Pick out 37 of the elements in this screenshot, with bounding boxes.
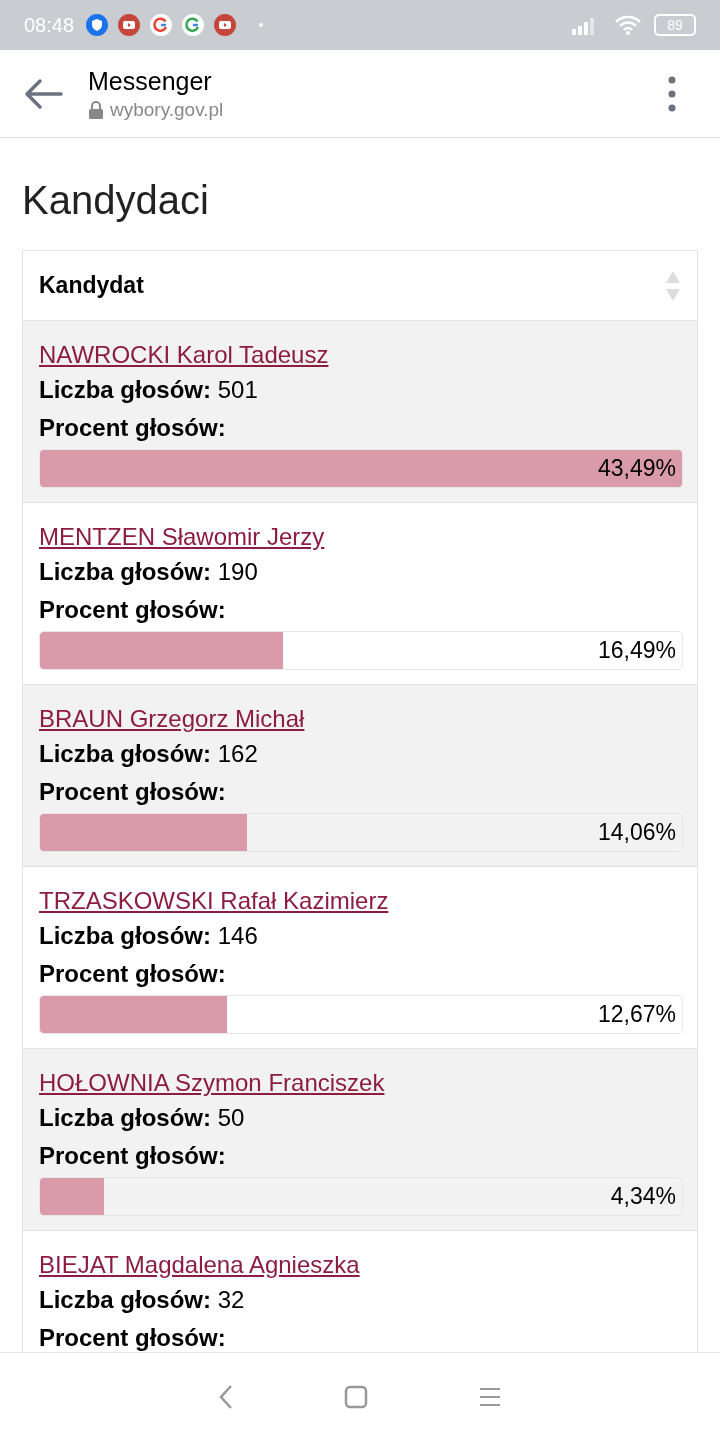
column-header[interactable]: Kandydat	[39, 268, 144, 303]
votes-count: Liczba głosów: 501	[39, 375, 259, 405]
percent-label: Procent głosów:	[39, 959, 227, 989]
votes-count: Liczba głosów: 146	[39, 921, 259, 951]
shield-icon	[86, 14, 109, 36]
play-icon	[118, 14, 141, 36]
candidate-link[interactable]: HOŁOWNIA Szymon Franciszek	[39, 1067, 385, 1099]
vote-share-percent: 12,67%	[598, 1000, 676, 1029]
more-options-icon[interactable]	[667, 75, 677, 112]
play-icon	[214, 14, 237, 36]
page-url: wybory.gov.pl	[110, 97, 224, 122]
percent-label: Procent głosów:	[39, 1323, 227, 1352]
votes-count: Liczba głosów: 50	[39, 1103, 246, 1133]
candidate-link[interactable]: MENTZEN Sławomir Jerzy	[39, 521, 325, 553]
vote-share-percent: 16,49%	[598, 636, 676, 665]
votes-count: Liczba głosów: 190	[39, 557, 259, 587]
percent-label: Procent głosów:	[39, 777, 227, 807]
vote-share-percent: 4,34%	[610, 1182, 676, 1211]
page-title: Messenger	[88, 65, 213, 97]
votes-count: Liczba głosów: 162	[39, 739, 259, 769]
percent-label: Procent głosów:	[39, 595, 227, 625]
candidate-link[interactable]: BIEJAT Magdalena Agnieszka	[39, 1249, 360, 1281]
votes-count: Liczba głosów: 32	[39, 1285, 246, 1315]
candidate-link[interactable]: NAWROCKI Karol Tadeusz	[39, 339, 329, 371]
home-nav-icon[interactable]	[344, 1384, 368, 1409]
section-heading: Kandydaci	[22, 177, 210, 224]
candidate-link[interactable]: TRZASKOWSKI Rafał Kazimierz	[39, 885, 389, 917]
lock-icon	[88, 100, 104, 119]
menu-nav-icon[interactable]	[478, 1385, 502, 1408]
dot-icon	[258, 22, 265, 28]
back-nav-icon[interactable]	[218, 1383, 234, 1410]
candidate-link[interactable]: BRAUN Grzegorz Michał	[39, 703, 305, 735]
vote-share-percent: 14,06%	[598, 818, 676, 847]
percent-label: Procent głosów:	[39, 1141, 227, 1171]
vote-share-percent: 43,49%	[598, 454, 676, 483]
wifi-icon	[614, 14, 642, 36]
percent-label: Procent głosów:	[39, 413, 227, 443]
